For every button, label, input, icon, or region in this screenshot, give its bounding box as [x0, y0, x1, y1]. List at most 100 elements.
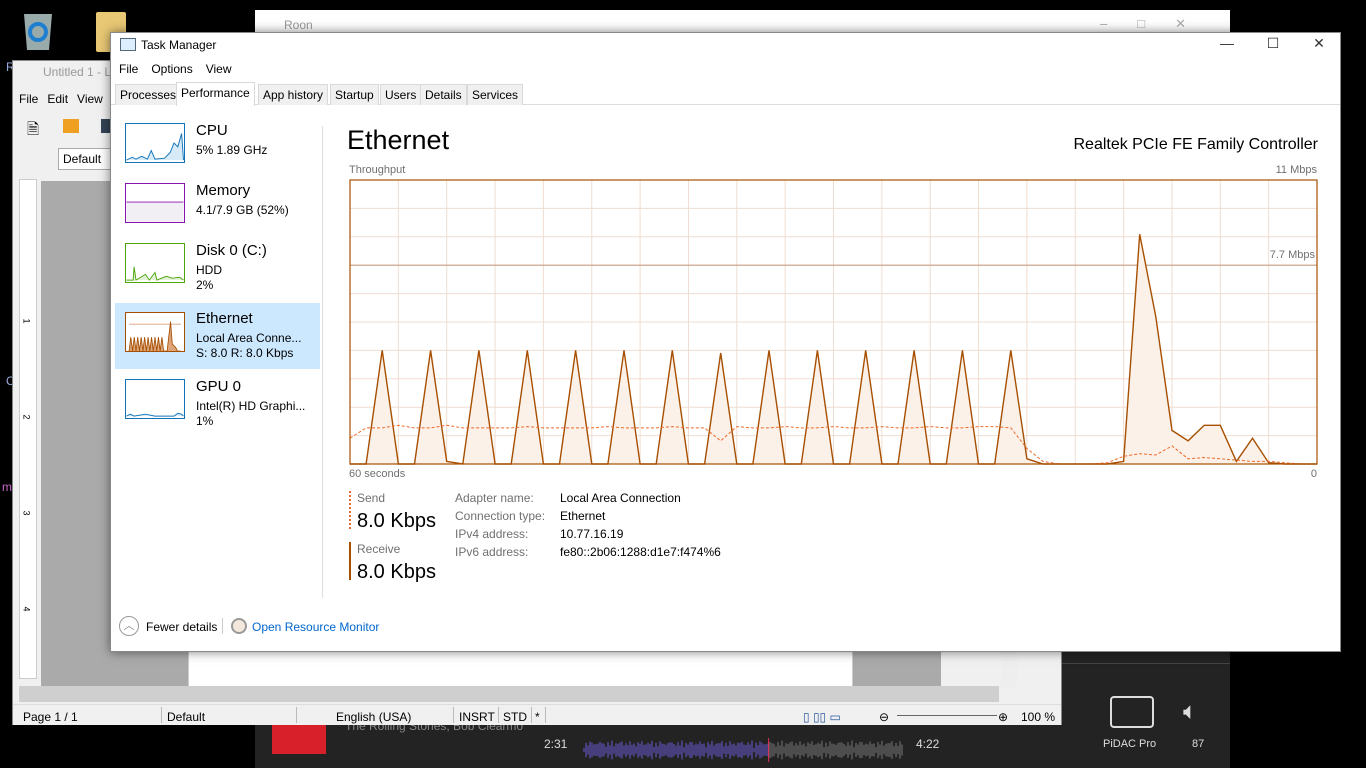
zone-device-icon[interactable] — [1110, 696, 1154, 728]
modified-indicator: * — [535, 710, 540, 724]
graph-label: Throughput — [349, 164, 406, 176]
ipv4-label: IPv4 address: — [455, 527, 529, 541]
ethernet-thumbnail-graph — [125, 312, 185, 352]
window-title: Task Manager — [141, 38, 217, 52]
page-title: Ethernet — [347, 125, 450, 155]
zoom-out-icon[interactable]: ⊖ — [879, 710, 889, 724]
ethernet-label: Ethernet — [196, 310, 253, 327]
memory-thumbnail-graph — [125, 183, 185, 223]
divider — [1062, 663, 1230, 664]
send-legend-marker — [349, 491, 351, 529]
tab-users[interactable]: Users — [380, 84, 422, 105]
tab-processes[interactable]: Processes — [115, 84, 182, 105]
gpu-label: GPU 0 — [196, 378, 242, 395]
vertical-ruler: 1 2 3 4 — [19, 179, 37, 679]
disk-type: HDD — [196, 263, 222, 277]
adapter-name-label: Adapter name: — [455, 491, 534, 505]
waveform-seekbar[interactable] — [583, 738, 908, 762]
open-folder-icon[interactable] — [63, 119, 79, 133]
sidebar-item-gpu[interactable]: GPU 0 Intel(R) HD Graphi... 1% — [115, 377, 320, 441]
volume-level[interactable]: 87 — [1192, 738, 1204, 750]
language[interactable]: English (USA) — [336, 710, 411, 724]
insert-mode[interactable]: INSRT — [459, 710, 495, 724]
maximize-button[interactable]: ☐ — [1250, 35, 1296, 55]
page-count: Page 1 / 1 — [23, 710, 78, 724]
menu-view[interactable]: View — [206, 62, 232, 76]
receive-value: 8.0 Kbps — [357, 561, 436, 583]
cpu-thumbnail-graph — [125, 123, 185, 163]
menu-file[interactable]: File — [119, 62, 138, 76]
memory-usage: 4.1/7.9 GB (52%) — [196, 203, 289, 217]
sidebar-item-cpu[interactable]: CPU 5% 1.89 GHz — [115, 121, 320, 185]
adapter-model: Realtek PCIe FE Family Controller — [1073, 136, 1318, 153]
adapter-name-value: Local Area Connection — [560, 491, 681, 505]
menu-file[interactable]: File — [19, 92, 38, 106]
sidebar-item-memory[interactable]: Memory 4.1/7.9 GB (52%) — [115, 181, 320, 245]
cpu-label: CPU — [196, 122, 228, 139]
selection-mode[interactable]: STD — [503, 710, 527, 724]
ruler-mark: 1 — [21, 318, 32, 324]
sidebar-item-disk[interactable]: Disk 0 (C:) HDD 2% — [115, 241, 320, 305]
open-resource-monitor-link[interactable]: Open Resource Monitor — [252, 620, 379, 634]
zoom-level[interactable]: 100 % — [1021, 710, 1055, 724]
tab-details[interactable]: Details — [420, 84, 467, 105]
fewer-details-button[interactable]: Fewer details — [146, 620, 217, 634]
menubar: File Options View — [119, 62, 245, 76]
divider — [222, 618, 223, 634]
tab-app-history[interactable]: App history — [258, 84, 329, 105]
disk-thumbnail-graph — [125, 243, 185, 283]
menu-view[interactable]: View — [77, 92, 103, 106]
chevron-up-icon[interactable]: ︿ — [119, 616, 139, 636]
receive-legend-marker — [349, 542, 351, 580]
writer-statusbar: Page 1 / 1 Default English (USA) INSRT S… — [13, 704, 1061, 725]
zone-name[interactable]: PiDAC Pro — [1103, 738, 1156, 750]
ruler-mark: 2 — [21, 414, 32, 420]
tab-performance[interactable]: Performance — [176, 82, 255, 106]
task-manager-icon — [120, 38, 136, 51]
volume-icon[interactable]: 🔈︎ — [1183, 698, 1197, 726]
vertical-scrollbar[interactable] — [1001, 651, 1017, 687]
ruler-mark: 4 — [21, 606, 32, 612]
reference-line-label: 7.7 Mbps — [1269, 249, 1315, 261]
task-manager-window: Task Manager — ☐ ✕ File Options View Proce… — [110, 32, 1341, 652]
paragraph-style-select[interactable]: Default — [58, 148, 118, 170]
gpu-usage: 1% — [196, 414, 214, 428]
recycle-bin-icon[interactable] — [18, 8, 58, 52]
connection-type-value: Ethernet — [560, 509, 606, 523]
divider — [322, 126, 323, 598]
sidebar-item-ethernet[interactable]: Ethernet Local Area Conne... S: 8.0 R: 8… — [115, 303, 320, 369]
zoom-in-icon[interactable]: ⊕ — [998, 710, 1008, 724]
desktop-label-partial: m — [2, 480, 12, 494]
gpu-thumbnail-graph — [125, 379, 185, 419]
close-button[interactable]: ✕ — [1296, 35, 1342, 55]
document-page[interactable] — [188, 651, 853, 687]
minimize-button[interactable]: — — [1204, 35, 1250, 55]
throughput-chart — [349, 179, 1318, 465]
zoom-slider[interactable] — [897, 715, 997, 716]
menu-edit[interactable]: Edit — [47, 92, 68, 106]
memory-label: Memory — [196, 182, 251, 199]
disk-usage: 2% — [196, 278, 214, 292]
view-layout-icons[interactable]: ▯ ▯▯ ▭ — [803, 710, 841, 724]
ruler-mark: 3 — [21, 510, 32, 516]
elapsed-time: 2:31 — [544, 737, 568, 751]
ipv6-value: fe80::2b06:1288:d1e7:f474%6 — [560, 545, 721, 559]
duration: 4:22 — [916, 737, 940, 751]
send-label: Send — [357, 491, 386, 505]
ipv4-value: 10.77.16.19 — [560, 527, 624, 541]
graph-min-label: 0 — [1310, 468, 1317, 480]
writer-menubar: File Edit View — [19, 92, 112, 106]
send-value: 8.0 Kbps — [357, 510, 436, 532]
menu-options[interactable]: Options — [151, 62, 192, 76]
tab-bar: Processes Performance App history Startu… — [111, 82, 1340, 106]
resource-monitor-icon — [231, 618, 247, 634]
gpu-model: Intel(R) HD Graphi... — [196, 399, 306, 413]
roon-window-controls[interactable]: –□✕ — [1100, 16, 1216, 32]
horizontal-scrollbar[interactable] — [19, 686, 999, 702]
page-style[interactable]: Default — [167, 710, 205, 724]
new-document-icon[interactable]: 🗎 — [27, 119, 39, 144]
cpu-usage: 5% 1.89 GHz — [196, 143, 268, 157]
tab-services[interactable]: Services — [467, 84, 524, 105]
graph-max-label: 11 Mbps — [1275, 164, 1317, 176]
tab-startup[interactable]: Startup — [330, 84, 379, 105]
